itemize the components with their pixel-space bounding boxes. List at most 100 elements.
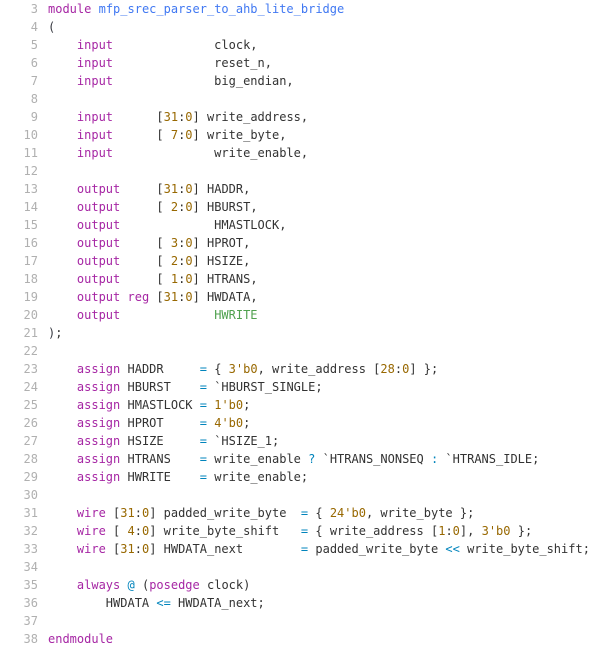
code-token: 28 (380, 362, 394, 376)
code-line[interactable]: wire [31:0] padded_write_byte = { 24'b0,… (48, 504, 605, 522)
code-line[interactable]: input write_enable, (48, 144, 605, 162)
code-token (48, 398, 77, 412)
code-token (48, 254, 77, 268)
code-token: 0 (185, 290, 192, 304)
line-number: 16 (0, 234, 38, 252)
code-line[interactable]: wire [31:0] HWDATA_next = padded_write_b… (48, 540, 605, 558)
code-token: 0 (453, 524, 460, 538)
line-number: 4 (0, 18, 38, 36)
code-token (48, 380, 77, 394)
code-line[interactable] (48, 90, 605, 108)
code-line[interactable]: output HWRITE (48, 306, 605, 324)
code-line[interactable]: assign HWRITE = write_enable; (48, 468, 605, 486)
line-number: 7 (0, 72, 38, 90)
code-token (48, 236, 77, 250)
code-token (120, 578, 127, 592)
code-line[interactable]: output reg [31:0] HWDATA, (48, 288, 605, 306)
code-token: HWDATA (48, 596, 156, 610)
code-line[interactable] (48, 342, 605, 360)
code-content[interactable]: module mfp_srec_parser_to_ahb_lite_bridg… (48, 0, 605, 648)
code-line[interactable]: assign HTRANS = write_enable ? `HTRANS_N… (48, 450, 605, 468)
code-line[interactable]: input big_endian, (48, 72, 605, 90)
code-line[interactable]: assign HSIZE = `HSIZE_1; (48, 432, 605, 450)
code-token: assign (77, 470, 120, 484)
code-token: 4 (128, 524, 135, 538)
code-line[interactable]: input [ 7:0] write_byte, (48, 126, 605, 144)
code-token: : (445, 524, 452, 538)
code-token: = (200, 470, 207, 484)
code-token: [ (106, 524, 128, 538)
code-token: 0 (185, 182, 192, 196)
line-number: 21 (0, 324, 38, 342)
code-token: assign (77, 380, 120, 394)
code-line[interactable]: assign HADDR = { 3'b0, write_address [28… (48, 360, 605, 378)
code-editor: 3456789101112131415161718192021222324252… (0, 0, 605, 648)
code-token: 2 (171, 200, 178, 214)
code-token: reg (128, 290, 150, 304)
code-token: output (77, 182, 120, 196)
code-token: HWDATA_next; (171, 596, 265, 610)
code-token: ] HSIZE, (193, 254, 251, 268)
code-token: big_endian, (113, 74, 294, 88)
code-token: , write_address [ (258, 362, 381, 376)
code-token: 0 (185, 272, 192, 286)
code-token (48, 452, 77, 466)
code-line[interactable]: wire [ 4:0] write_byte_shift = { write_a… (48, 522, 605, 540)
code-token: module (48, 2, 91, 16)
code-line[interactable]: assign HPROT = 4'b0; (48, 414, 605, 432)
code-line[interactable] (48, 486, 605, 504)
code-line[interactable] (48, 558, 605, 576)
line-number: 30 (0, 486, 38, 504)
code-token: input (77, 38, 113, 52)
code-token: 31 (164, 182, 178, 196)
code-token: `HTRANS_IDLE; (438, 452, 539, 466)
line-number: 26 (0, 414, 38, 432)
code-line[interactable]: endmodule (48, 630, 605, 648)
line-number: 37 (0, 612, 38, 630)
line-number: 12 (0, 162, 38, 180)
code-token: mfp_srec_parser_to_ahb_lite_bridge (99, 2, 345, 16)
line-number: 14 (0, 198, 38, 216)
code-token: write_enable, (113, 146, 308, 160)
code-line[interactable]: input clock, (48, 36, 605, 54)
code-token: wire (77, 506, 106, 520)
code-token: HTRANS (120, 452, 199, 466)
code-token: ] write_address, (193, 110, 309, 124)
code-token: : (395, 362, 402, 376)
code-line[interactable] (48, 162, 605, 180)
code-line[interactable]: HWDATA <= HWDATA_next; (48, 594, 605, 612)
code-line[interactable]: assign HBURST = `HBURST_SINGLE; (48, 378, 605, 396)
code-line[interactable]: output [ 3:0] HPROT, (48, 234, 605, 252)
code-token (48, 128, 77, 142)
code-token: 0 (185, 128, 192, 142)
code-line[interactable]: always @ (posedge clock) (48, 576, 605, 594)
code-token (48, 506, 77, 520)
code-token: write_enable (207, 452, 308, 466)
code-token: { (207, 362, 229, 376)
code-line[interactable]: output [ 1:0] HTRANS, (48, 270, 605, 288)
code-line[interactable]: assign HMASTLOCK = 1'b0; (48, 396, 605, 414)
code-line[interactable] (48, 612, 605, 630)
code-line[interactable]: output [ 2:0] HSIZE, (48, 252, 605, 270)
code-token: 31 (164, 110, 178, 124)
code-line[interactable]: module mfp_srec_parser_to_ahb_lite_bridg… (48, 0, 605, 18)
code-token: input (77, 110, 113, 124)
line-number: 9 (0, 108, 38, 126)
code-line[interactable]: ); (48, 324, 605, 342)
code-token: input (77, 74, 113, 88)
code-line[interactable]: output HMASTLOCK, (48, 216, 605, 234)
code-token: 31 (120, 506, 134, 520)
code-line[interactable]: input [31:0] write_address, (48, 108, 605, 126)
code-line[interactable]: output [ 2:0] HBURST, (48, 198, 605, 216)
code-token: = (200, 416, 207, 430)
code-token: `HBURST_SINGLE; (207, 380, 323, 394)
code-token: 1'b0 (214, 398, 243, 412)
code-line[interactable]: ( (48, 18, 605, 36)
code-token (48, 74, 77, 88)
code-token: ] HADDR, (193, 182, 251, 196)
code-token: 3'b0 (482, 524, 511, 538)
code-line[interactable]: output [31:0] HADDR, (48, 180, 605, 198)
code-token: HWRITE (214, 308, 257, 322)
code-token: 4'b0 (214, 416, 243, 430)
code-line[interactable]: input reset_n, (48, 54, 605, 72)
